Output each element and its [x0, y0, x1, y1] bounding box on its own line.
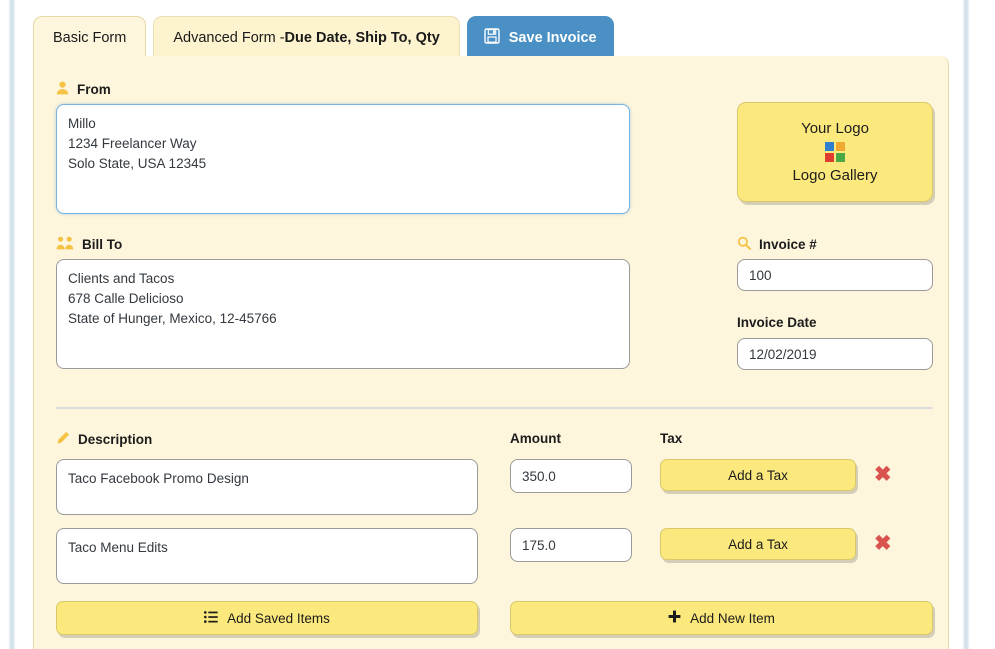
line-item-description-0[interactable] — [56, 459, 478, 515]
invoice-date-label-text: Invoice Date — [737, 315, 817, 330]
line-item-amount-1[interactable] — [510, 528, 632, 562]
line-item-amount-0[interactable] — [510, 459, 632, 493]
tab-advanced-form-label-prefix: Advanced Form - — [173, 30, 285, 47]
amount-column-header: Amount — [510, 431, 561, 446]
bill-to-label-text: Bill To — [82, 237, 123, 252]
add-new-item-button[interactable]: Add New Item — [510, 601, 933, 635]
invoice-date-label: Invoice Date — [737, 315, 817, 330]
basic-form-panel: From Bill To Your Logo Logo Ga — [33, 56, 949, 649]
line-item-description-1[interactable] — [56, 528, 478, 584]
amount-column-label: Amount — [510, 431, 561, 446]
invoice-number-input[interactable] — [737, 259, 933, 291]
pencil-icon — [56, 431, 70, 448]
list-icon — [204, 610, 218, 626]
tab-basic-form-label: Basic Form — [53, 30, 127, 47]
bill-to-textarea[interactable] — [56, 259, 630, 369]
from-textarea[interactable] — [56, 104, 630, 214]
remove-x-icon-0[interactable]: ✖ — [874, 464, 892, 485]
people-group-icon — [56, 236, 74, 253]
description-column-header: Description — [56, 431, 152, 448]
from-label-text: From — [77, 82, 111, 97]
person-icon — [56, 81, 69, 98]
invoice-number-label: Invoice # — [737, 236, 817, 253]
add-a-tax-button-0[interactable]: Add a Tax — [660, 459, 856, 491]
tax-column-header: Tax — [660, 431, 682, 446]
description-column-label: Description — [78, 432, 153, 447]
add-saved-items-label: Add Saved Items — [227, 610, 330, 626]
left-edge-rail — [8, 0, 15, 649]
tab-advanced-form[interactable]: Advanced Form - Due Date, Ship To, Qty — [153, 16, 460, 60]
bill-to-label: Bill To — [56, 236, 122, 253]
tab-basic-form[interactable]: Basic Form — [33, 16, 147, 60]
add-a-tax-label-1: Add a Tax — [728, 536, 788, 552]
remove-x-icon-1[interactable]: ✖ — [874, 533, 892, 554]
invoice-form-page: Basic Form Advanced Form - Due Date, Shi… — [0, 0, 995, 649]
color-grid-icon — [825, 142, 845, 162]
add-saved-items-button[interactable]: Add Saved Items — [56, 601, 478, 635]
logo-gallery-text: Logo Gallery — [792, 167, 878, 184]
save-invoice-label: Save Invoice — [508, 30, 597, 46]
save-invoice-tab[interactable]: Save Invoice — [466, 16, 614, 60]
tab-advanced-form-label-bold: Due Date, Ship To, Qty — [284, 30, 440, 47]
floppy-disk-icon — [484, 28, 500, 48]
right-edge-rail — [963, 0, 970, 649]
section-divider — [56, 407, 933, 409]
invoice-date-input[interactable] — [737, 338, 933, 370]
your-logo-text: Your Logo — [801, 120, 869, 137]
add-a-tax-label-0: Add a Tax — [728, 467, 788, 483]
plus-icon — [668, 610, 681, 626]
add-a-tax-button-1[interactable]: Add a Tax — [660, 528, 856, 560]
add-new-item-label: Add New Item — [690, 610, 775, 626]
invoice-number-label-text: Invoice # — [759, 237, 817, 252]
logo-gallery-button[interactable]: Your Logo Logo Gallery — [737, 102, 933, 202]
from-label: From — [56, 81, 111, 98]
form-tab-strip: Basic Form Advanced Form - Due Date, Shi… — [33, 12, 949, 60]
tax-column-label: Tax — [660, 431, 683, 446]
search-icon — [737, 236, 751, 253]
